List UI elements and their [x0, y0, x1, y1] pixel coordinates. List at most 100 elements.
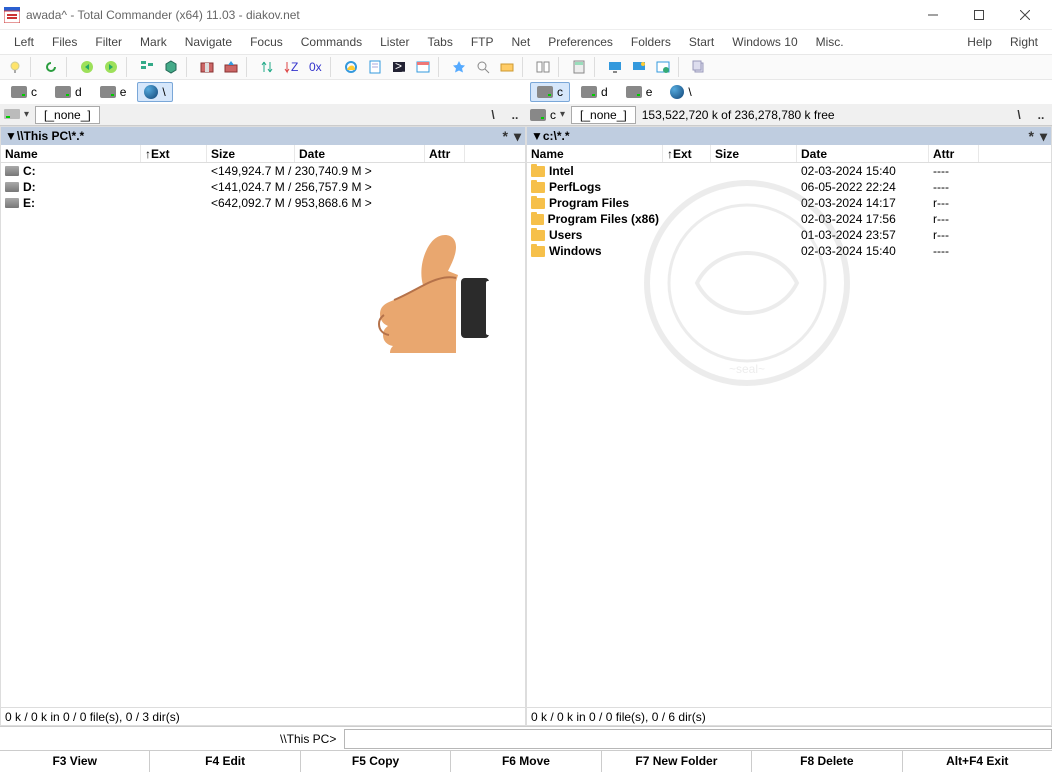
list-item[interactable]: E:<642,092.7 M / 953,868.6 M >	[1, 195, 525, 211]
fav-icon[interactable]	[448, 56, 470, 78]
col-attr[interactable]: Attr	[929, 145, 979, 162]
file-list-right[interactable]: ~seal~ Intel02-03-2024 15:40----PerfLogs…	[527, 163, 1051, 707]
altf4-exit[interactable]: Alt+F4 Exit	[903, 751, 1052, 772]
svg-text:Z: Z	[291, 60, 298, 74]
menu-folders[interactable]: Folders	[623, 33, 679, 51]
col-date[interactable]: Date	[797, 145, 929, 162]
sort2-icon[interactable]: Z	[280, 56, 302, 78]
menu-commands[interactable]: Commands	[293, 33, 370, 51]
monitor-icon[interactable]	[604, 56, 626, 78]
f6-move[interactable]: F6 Move	[451, 751, 601, 772]
nav-up-left[interactable]: ..	[504, 108, 526, 122]
favorites-star-icon[interactable]: *	[1029, 128, 1034, 144]
list-item[interactable]: Users01-03-2024 23:57r---	[527, 227, 1051, 243]
nav-root-right[interactable]: \	[1008, 108, 1030, 122]
drive-dropdown-left[interactable]: ▾	[0, 109, 33, 121]
history-icon[interactable]: ▾	[514, 128, 521, 145]
menu-navigate[interactable]: Navigate	[177, 33, 240, 51]
close-button[interactable]	[1002, 0, 1048, 30]
drive-d-left[interactable]: d	[48, 82, 89, 102]
list-item[interactable]: Program Files (x86)02-03-2024 17:56r---	[527, 211, 1051, 227]
list-item[interactable]: D:<141,024.7 M / 256,757.9 M >	[1, 179, 525, 195]
menu-focus[interactable]: Focus	[242, 33, 291, 51]
panel-icon[interactable]	[412, 56, 434, 78]
rename-icon[interactable]	[496, 56, 518, 78]
tree-icon[interactable]	[136, 56, 158, 78]
forward-icon[interactable]	[100, 56, 122, 78]
drive-e-left[interactable]: e	[93, 82, 134, 102]
menu-left[interactable]: Left	[6, 33, 42, 51]
remote-icon[interactable]	[628, 56, 650, 78]
menu-misc[interactable]: Misc.	[808, 33, 852, 51]
refresh-icon[interactable]	[40, 56, 62, 78]
sort-icon[interactable]	[256, 56, 278, 78]
menu-mark[interactable]: Mark	[132, 33, 175, 51]
copy-icon[interactable]	[688, 56, 710, 78]
list-item[interactable]: PerfLogs06-05-2022 22:24----	[527, 179, 1051, 195]
menu-tabs[interactable]: Tabs	[419, 33, 460, 51]
drive-e-right[interactable]: e	[619, 82, 660, 102]
f7-newfolder[interactable]: F7 New Folder	[602, 751, 752, 772]
drive-c-right[interactable]: c	[530, 82, 570, 102]
archive-icon[interactable]	[196, 56, 218, 78]
menu-start[interactable]: Start	[681, 33, 722, 51]
menu-files[interactable]: Files	[44, 33, 85, 51]
f4-edit[interactable]: F4 Edit	[150, 751, 300, 772]
tab-none-left[interactable]: [_none_]	[35, 106, 100, 124]
history-icon[interactable]: ▾	[1040, 128, 1047, 145]
calc-icon[interactable]	[568, 56, 590, 78]
col-size[interactable]: Size	[207, 145, 295, 162]
list-item[interactable]: Windows02-03-2024 15:40----	[527, 243, 1051, 259]
favorites-star-icon[interactable]: *	[503, 128, 508, 144]
col-date[interactable]: Date	[295, 145, 425, 162]
sync-icon[interactable]	[532, 56, 554, 78]
extract-icon[interactable]	[220, 56, 242, 78]
ie-icon[interactable]	[340, 56, 362, 78]
tab-none-right[interactable]: [_none_]	[571, 106, 636, 124]
menu-right[interactable]: Right	[1002, 33, 1046, 51]
maximize-button[interactable]	[956, 0, 1002, 30]
tab-bar-right: c▾ [_none_] 153,522,720 k of 236,278,780…	[526, 104, 1052, 126]
minimize-button[interactable]	[910, 0, 956, 30]
drive-d-right[interactable]: d	[574, 82, 615, 102]
path-bar-right[interactable]: ▼c:\*.**▾	[527, 127, 1051, 145]
list-item[interactable]: Intel02-03-2024 15:40----	[527, 163, 1051, 179]
svg-text:>_: >_	[395, 60, 406, 73]
col-name[interactable]: Name	[527, 145, 663, 162]
cmd-icon[interactable]: >_	[388, 56, 410, 78]
f5-copy[interactable]: F5 Copy	[301, 751, 451, 772]
search-icon[interactable]	[472, 56, 494, 78]
col-attr[interactable]: Attr	[425, 145, 465, 162]
menu-preferences[interactable]: Preferences	[540, 33, 621, 51]
command-input[interactable]	[344, 729, 1052, 749]
col-ext[interactable]: ↑Ext	[141, 145, 207, 162]
menu-windows10[interactable]: Windows 10	[724, 33, 805, 51]
f8-delete[interactable]: F8 Delete	[752, 751, 902, 772]
menu-ftp[interactable]: FTP	[463, 33, 502, 51]
col-size[interactable]: Size	[711, 145, 797, 162]
cube-icon[interactable]	[160, 56, 182, 78]
col-ext[interactable]: ↑Ext	[663, 145, 711, 162]
f3-view[interactable]: F3 View	[0, 751, 150, 772]
back-icon[interactable]	[76, 56, 98, 78]
file-list-left[interactable]: C:<149,924.7 M / 230,740.9 M >D:<141,024…	[1, 163, 525, 707]
nav-up-right[interactable]: ..	[1030, 108, 1052, 122]
menu-help[interactable]: Help	[959, 33, 1000, 51]
col-name[interactable]: Name	[1, 145, 141, 162]
app-icon	[4, 7, 20, 23]
network-left[interactable]: \	[137, 82, 172, 102]
path-bar-left[interactable]: ▼\\This PC\*.**▾	[1, 127, 525, 145]
drive-c-left[interactable]: c	[4, 82, 44, 102]
network-right[interactable]: \	[663, 82, 698, 102]
hex-icon[interactable]: 0x	[304, 56, 326, 78]
notepad-icon[interactable]	[364, 56, 386, 78]
menu-net[interactable]: Net	[504, 33, 539, 51]
nav-root-left[interactable]: \	[482, 108, 504, 122]
menu-lister[interactable]: Lister	[372, 33, 417, 51]
list-item[interactable]: C:<149,924.7 M / 230,740.9 M >	[1, 163, 525, 179]
menu-filter[interactable]: Filter	[87, 33, 130, 51]
config-icon[interactable]	[652, 56, 674, 78]
list-item[interactable]: Program Files02-03-2024 14:17r---	[527, 195, 1051, 211]
drive-dropdown-right[interactable]: c▾	[526, 108, 569, 122]
hint-icon[interactable]	[4, 56, 26, 78]
